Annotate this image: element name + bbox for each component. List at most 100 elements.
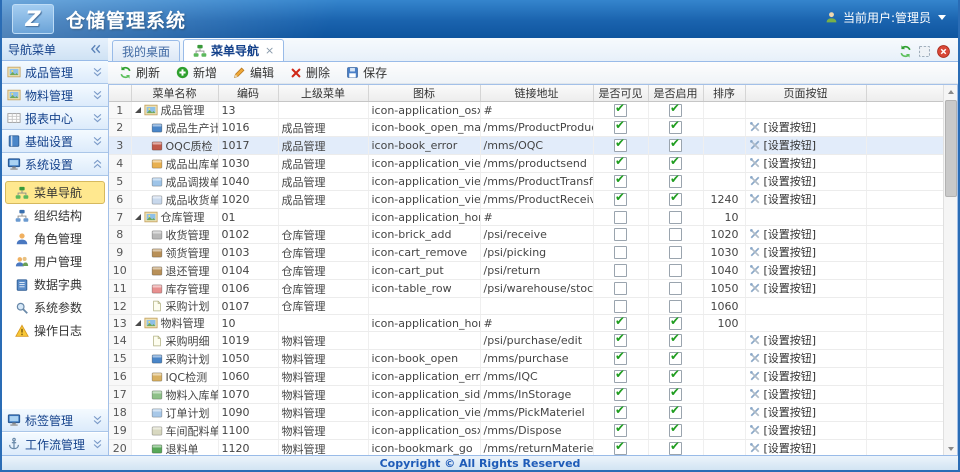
checkbox-checked[interactable] xyxy=(669,370,682,383)
checkbox-unchecked[interactable] xyxy=(614,228,627,241)
tab-我的桌面[interactable]: 我的桌面 xyxy=(112,40,180,61)
scrollbar-thumb[interactable] xyxy=(945,100,957,197)
user-menu[interactable]: 当前用户:管理员 xyxy=(825,9,946,26)
set-buttons-link[interactable]: [设置按钮] xyxy=(749,155,817,171)
set-buttons-link[interactable]: [设置按钮] xyxy=(749,226,817,242)
checkbox-unchecked[interactable] xyxy=(614,282,627,295)
save-button[interactable]: 保存 xyxy=(339,62,394,83)
set-buttons-link[interactable]: [设置按钮] xyxy=(749,440,817,456)
table-row[interactable]: 2成品生产计划1016成品管理icon-book_open_mark/mms/P… xyxy=(109,119,944,137)
checkbox-unchecked[interactable] xyxy=(669,228,682,241)
checkbox-checked[interactable] xyxy=(669,157,682,170)
sidebar-item-菜单导航[interactable]: 菜单导航 xyxy=(5,181,105,204)
set-buttons-link[interactable]: [设置按钮] xyxy=(749,386,817,402)
table-row[interactable]: 18订单计划1090物料管理icon-application_view_deta… xyxy=(109,404,944,422)
table-row[interactable]: 3OQC质检1017成品管理icon-book_error/mms/OQC[设置… xyxy=(109,137,944,155)
table-row[interactable]: 16IQC检测1060物料管理icon-application_error/mm… xyxy=(109,368,944,386)
table-row[interactable]: 15采购计划1050物料管理icon-book_open/mms/purchas… xyxy=(109,350,944,368)
checkbox-checked[interactable] xyxy=(669,352,682,365)
column-header-是否启用[interactable]: 是否启用 xyxy=(648,85,703,102)
table-row[interactable]: 10退还管理0104仓库管理icon-cart_put/psi/return10… xyxy=(109,262,944,280)
edit-button[interactable]: 编辑 xyxy=(226,62,281,83)
checkbox-unchecked[interactable] xyxy=(614,211,627,224)
column-header-图标[interactable]: 图标 xyxy=(368,85,480,102)
table-row[interactable]: 20退料单1120物料管理icon-bookmark_go/mms/return… xyxy=(109,440,944,457)
checkbox-checked[interactable] xyxy=(614,442,627,455)
column-header-上级菜单[interactable]: 上级菜单 xyxy=(278,85,368,102)
checkbox-checked[interactable] xyxy=(614,193,627,206)
sidebar-item-操作日志[interactable]: 操作日志 xyxy=(2,319,108,342)
vertical-scrollbar[interactable] xyxy=(943,85,957,455)
close-icon[interactable] xyxy=(937,45,950,58)
sidebar-item-用户管理[interactable]: 用户管理 xyxy=(2,250,108,273)
table-row[interactable]: 5成品调拨单1040成品管理icon-application_view_icon… xyxy=(109,173,944,191)
sidebar-panel-工作流管理[interactable]: 工作流管理 xyxy=(2,432,108,456)
table-row[interactable]: 12采购计划0107仓库管理1060 xyxy=(109,298,944,315)
column-header-链接地址[interactable]: 链接地址 xyxy=(480,85,593,102)
checkbox-checked[interactable] xyxy=(614,352,627,365)
sidebar-item-系统参数[interactable]: 系统参数 xyxy=(2,296,108,319)
sidebar-panel-成品管理[interactable]: 成品管理 xyxy=(2,61,108,84)
sidebar-panel-报表中心[interactable]: 报表中心 xyxy=(2,107,108,130)
refresh-icon[interactable] xyxy=(899,45,912,58)
checkbox-unchecked[interactable] xyxy=(669,264,682,277)
table-row[interactable]: 9领货管理0103仓库管理icon-cart_remove/psi/pickin… xyxy=(109,244,944,262)
checkbox-checked[interactable] xyxy=(669,406,682,419)
table-row[interactable]: 8收货管理0102仓库管理icon-brick_add/psi/receive1… xyxy=(109,226,944,244)
checkbox-checked[interactable] xyxy=(614,121,627,134)
checkbox-checked[interactable] xyxy=(669,317,682,330)
sidebar-panel-基础设置[interactable]: 基础设置 xyxy=(2,130,108,153)
set-buttons-link[interactable]: [设置按钮] xyxy=(749,368,817,384)
table-row[interactable]: 17物料入库单1070物料管理icon-application_side_exp… xyxy=(109,386,944,404)
sidebar-item-角色管理[interactable]: 角色管理 xyxy=(2,227,108,250)
checkbox-checked[interactable] xyxy=(669,193,682,206)
table-row[interactable]: 7仓库管理01icon-application_home#10 xyxy=(109,209,944,226)
set-buttons-link[interactable]: [设置按钮] xyxy=(749,404,817,420)
delete-button[interactable]: 删除 xyxy=(283,62,337,83)
checkbox-checked[interactable] xyxy=(669,424,682,437)
checkbox-checked[interactable] xyxy=(614,406,627,419)
table-row[interactable]: 1成品管理13icon-application_osx_home# xyxy=(109,102,944,119)
set-buttons-link[interactable]: [设置按钮] xyxy=(749,422,817,438)
column-header-页面按钮[interactable]: 页面按钮 xyxy=(745,85,866,102)
set-buttons-link[interactable]: [设置按钮] xyxy=(749,280,817,296)
set-buttons-link[interactable]: [设置按钮] xyxy=(749,262,817,278)
checkbox-checked[interactable] xyxy=(614,388,627,401)
table-row[interactable]: 13物料管理10icon-application_home#100 xyxy=(109,315,944,332)
checkbox-checked[interactable] xyxy=(669,121,682,134)
checkbox-unchecked[interactable] xyxy=(669,300,682,313)
checkbox-checked[interactable] xyxy=(614,104,627,117)
table-row[interactable]: 11库存管理0106仓库管理icon-table_row/psi/warehou… xyxy=(109,280,944,298)
collapse-sidebar-button[interactable] xyxy=(90,43,102,55)
checkbox-checked[interactable] xyxy=(669,139,682,152)
checkbox-checked[interactable] xyxy=(614,317,627,330)
set-buttons-link[interactable]: [设置按钮] xyxy=(749,244,817,260)
column-header-是否可见[interactable]: 是否可见 xyxy=(593,85,648,102)
scroll-up-arrow-icon[interactable] xyxy=(944,85,957,98)
set-buttons-link[interactable]: [设置按钮] xyxy=(749,137,817,153)
tree-expand-icon[interactable] xyxy=(135,320,141,326)
scroll-down-arrow-icon[interactable] xyxy=(944,442,957,455)
table-row[interactable]: 6成品收货单1020成品管理icon-application_view_list… xyxy=(109,191,944,209)
column-header-编码[interactable]: 编码 xyxy=(218,85,278,102)
checkbox-checked[interactable] xyxy=(669,388,682,401)
table-row[interactable]: 14采购明细1019物料管理/psi/purchase/edit[设置按钮] xyxy=(109,332,944,350)
sidebar-panel-物料管理[interactable]: 物料管理 xyxy=(2,84,108,107)
set-buttons-link[interactable]: [设置按钮] xyxy=(749,332,817,348)
add-button[interactable]: 新增 xyxy=(169,62,224,83)
sidebar-item-数据字典[interactable]: 数据字典 xyxy=(2,273,108,296)
tab-菜单导航[interactable]: 菜单导航× xyxy=(183,39,284,61)
checkbox-checked[interactable] xyxy=(614,157,627,170)
checkbox-checked[interactable] xyxy=(614,175,627,188)
checkbox-unchecked[interactable] xyxy=(669,211,682,224)
sidebar-panel-标签管理[interactable]: 标签管理 xyxy=(2,408,108,432)
checkbox-unchecked[interactable] xyxy=(614,264,627,277)
column-header-菜单名称[interactable]: 菜单名称 xyxy=(131,85,218,102)
checkbox-checked[interactable] xyxy=(669,104,682,117)
set-buttons-link[interactable]: [设置按钮] xyxy=(749,173,817,189)
checkbox-checked[interactable] xyxy=(614,139,627,152)
tree-expand-icon[interactable] xyxy=(135,214,141,220)
set-buttons-link[interactable]: [设置按钮] xyxy=(749,119,817,135)
checkbox-checked[interactable] xyxy=(669,175,682,188)
sidebar-item-组织结构[interactable]: 组织结构 xyxy=(2,204,108,227)
